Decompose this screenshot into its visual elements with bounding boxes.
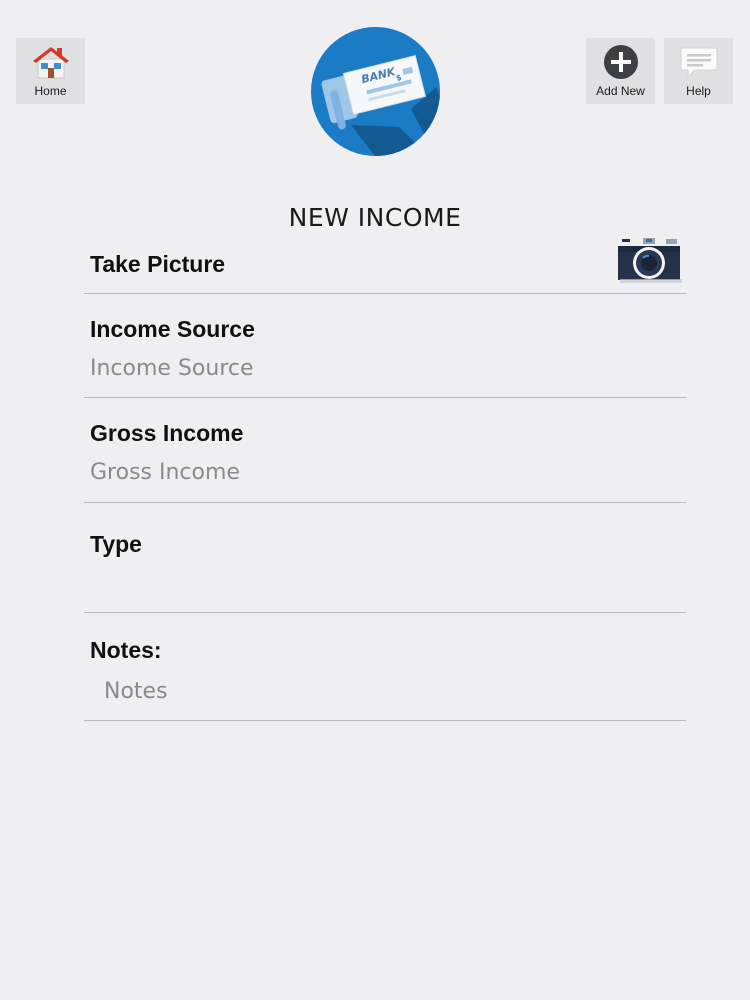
take-picture-row[interactable]: Take Picture [84, 230, 686, 294]
income-source-row: Income Source [84, 294, 686, 398]
take-picture-label: Take Picture [90, 251, 226, 277]
page-title: NEW INCOME [288, 202, 462, 232]
type-label: Type [90, 531, 142, 557]
camera-icon[interactable] [616, 238, 682, 284]
help-label: Help [686, 84, 711, 98]
gross-income-row: Gross Income [84, 398, 686, 503]
home-label: Home [34, 84, 67, 98]
income-form: Take Picture Income Source Gross Income [84, 230, 686, 721]
bank-check-icon: BANK $ [311, 27, 440, 156]
notes-row: Notes: [84, 613, 686, 721]
home-button[interactable]: Home [16, 38, 85, 104]
plus-circle-icon [586, 44, 655, 80]
chat-bubble-icon [664, 44, 733, 80]
help-button[interactable]: Help [664, 38, 733, 104]
notes-input[interactable] [104, 675, 680, 707]
add-new-label: Add New [596, 84, 645, 98]
gross-income-input[interactable] [90, 456, 680, 488]
income-source-input[interactable] [90, 352, 680, 384]
income-source-label: Income Source [90, 316, 255, 342]
notes-label: Notes: [90, 637, 162, 663]
home-icon [16, 44, 85, 80]
gross-income-label: Gross Income [90, 420, 244, 446]
add-new-button[interactable]: Add New [586, 38, 655, 104]
type-selector[interactable]: Type [84, 503, 686, 613]
